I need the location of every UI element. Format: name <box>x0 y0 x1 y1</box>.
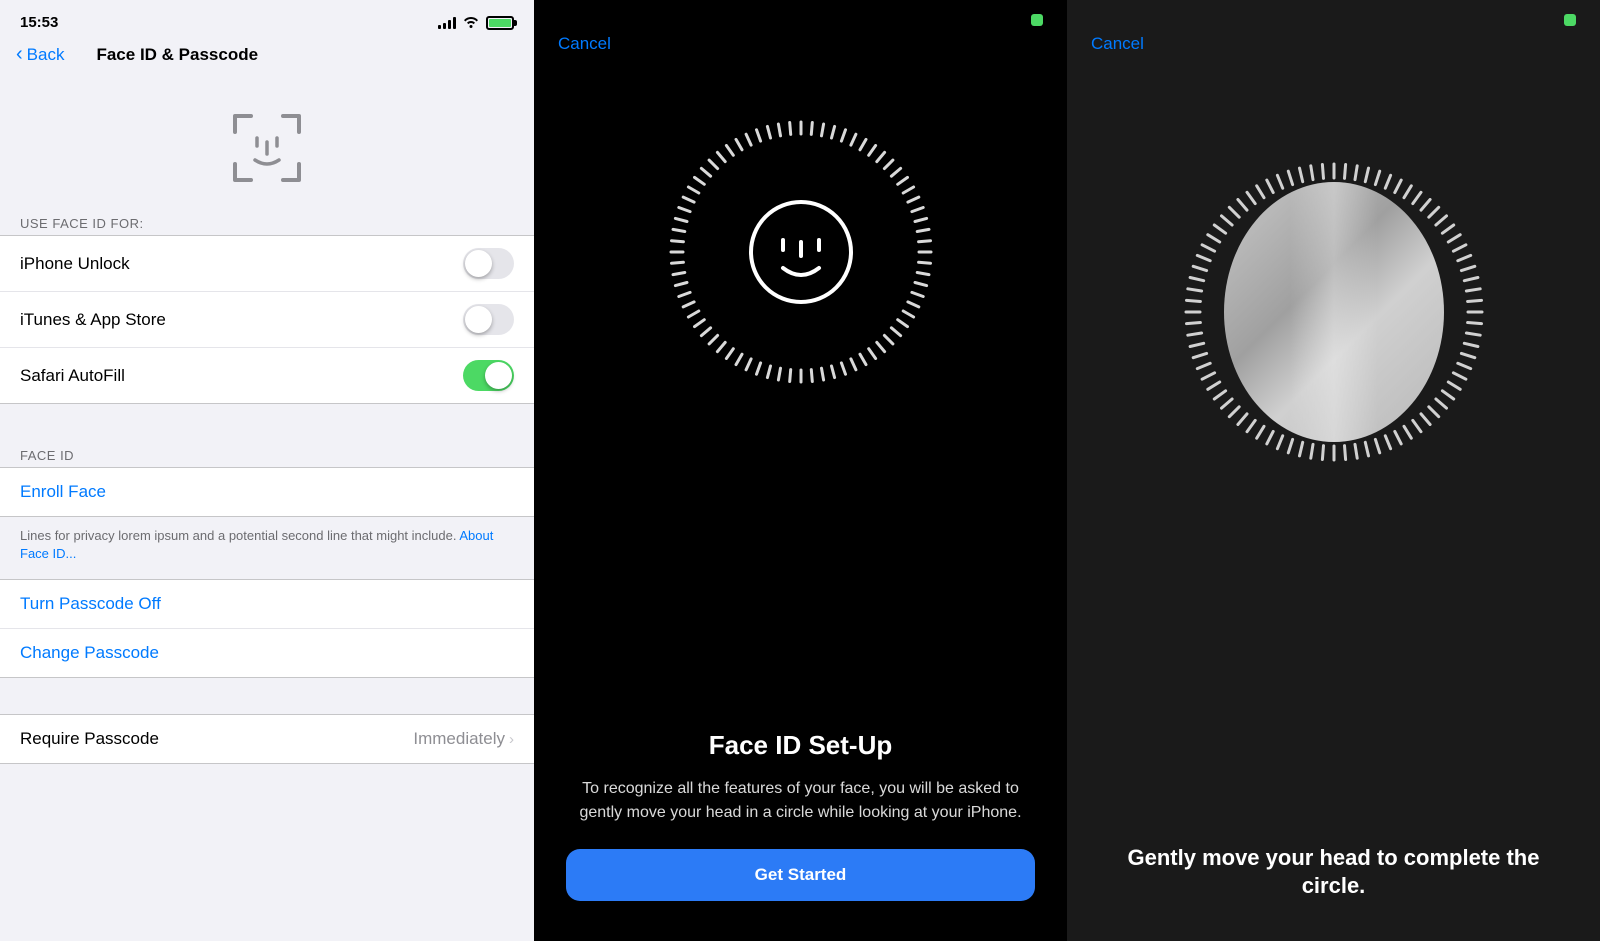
setup-description: To recognize all the features of your fa… <box>566 777 1035 825</box>
safari-autofill-row: Safari AutoFill <box>0 348 534 403</box>
tick-ring-icon <box>661 112 941 392</box>
privacy-text-section: Lines for privacy lorem ipsum and a pote… <box>0 517 534 579</box>
turn-passcode-off-label[interactable]: Turn Passcode Off <box>20 594 161 613</box>
toggle-knob-2 <box>465 306 492 333</box>
change-passcode-label[interactable]: Change Passcode <box>20 643 159 662</box>
chevron-right-icon: › <box>509 731 514 748</box>
safari-autofill-label: Safari AutoFill <box>20 366 125 386</box>
require-passcode-value: Immediately › <box>413 729 514 749</box>
passcode-group: Turn Passcode Off Change Passcode <box>0 579 534 678</box>
use-face-id-header: USE FACE ID FOR: <box>0 208 534 235</box>
face-oval <box>1224 182 1444 442</box>
scan-area <box>1067 62 1600 824</box>
face-scan-container <box>1174 122 1494 502</box>
iphone-unlock-row: iPhone Unlock <box>0 236 534 292</box>
scanning-nav: Cancel <box>1067 26 1600 62</box>
face-ring-container <box>651 102 951 402</box>
iphone-unlock-label: iPhone Unlock <box>20 254 130 274</box>
battery-icon <box>486 16 514 30</box>
scanning-instruction: Gently move your head to complete the ci… <box>1099 844 1568 901</box>
signal-bars-icon <box>438 17 456 29</box>
require-passcode-section: Require Passcode Immediately › <box>0 714 534 764</box>
itunes-store-row: iTunes & App Store <box>0 292 534 348</box>
setup-bottom: Face ID Set-Up To recognize all the feat… <box>534 710 1067 941</box>
enroll-face-label[interactable]: Enroll Face <box>20 482 106 501</box>
scanning-green-indicator <box>1564 14 1576 26</box>
back-chevron-icon: ‹ <box>16 43 23 66</box>
cancel-button[interactable]: Cancel <box>558 34 611 53</box>
scanning-status-bar <box>1067 0 1600 26</box>
page-title: Face ID & Passcode <box>96 45 258 65</box>
safari-autofill-toggle[interactable] <box>463 360 514 391</box>
back-label: Back <box>27 45 65 65</box>
face-id-icon <box>227 108 307 188</box>
face-animation-area <box>534 62 1067 710</box>
get-started-button[interactable]: Get Started <box>566 849 1035 901</box>
back-button[interactable]: ‹ Back <box>16 43 64 66</box>
scanning-bottom: Gently move your head to complete the ci… <box>1067 824 1600 941</box>
setup-nav: Cancel <box>534 26 1067 62</box>
turn-passcode-off-row[interactable]: Turn Passcode Off <box>0 580 534 629</box>
settings-panel: 15:53 ‹ Back Face ID & Passcode <box>0 0 534 941</box>
setup-title: Face ID Set-Up <box>566 730 1035 761</box>
itunes-store-toggle[interactable] <box>463 304 514 335</box>
scanning-cancel-button[interactable]: Cancel <box>1091 34 1144 53</box>
itunes-store-label: iTunes & App Store <box>20 310 166 330</box>
face-id-scanning-panel: Cancel Gently move your head to complete… <box>1067 0 1600 941</box>
setup-status-bar <box>534 0 1067 26</box>
settings-content: USE FACE ID FOR: iPhone Unlock iTunes & … <box>0 78 534 941</box>
green-indicator <box>1031 14 1043 26</box>
require-passcode-row[interactable]: Require Passcode Immediately › <box>0 715 534 763</box>
nav-bar: ‹ Back Face ID & Passcode <box>0 39 534 78</box>
status-bar: 15:53 <box>0 0 534 39</box>
status-icons <box>438 14 514 31</box>
face-id-section-header: FACE ID <box>0 440 534 467</box>
status-time: 15:53 <box>20 14 58 31</box>
toggle-knob-3 <box>485 362 512 389</box>
face-id-toggles-group: iPhone Unlock iTunes & App Store Safari … <box>0 235 534 404</box>
change-passcode-row[interactable]: Change Passcode <box>0 629 534 677</box>
wifi-icon <box>462 14 480 31</box>
spacer-1 <box>0 404 534 440</box>
iphone-unlock-toggle[interactable] <box>463 248 514 279</box>
privacy-text: Lines for privacy lorem ipsum and a pote… <box>20 528 493 561</box>
face-id-setup-panel: Cancel Face ID Set-Up To recognize all t… <box>534 0 1067 941</box>
face-id-icon-section <box>0 78 534 208</box>
toggle-knob <box>465 250 492 277</box>
require-passcode-label: Require Passcode <box>20 729 159 749</box>
enroll-face-row[interactable]: Enroll Face <box>0 467 534 517</box>
